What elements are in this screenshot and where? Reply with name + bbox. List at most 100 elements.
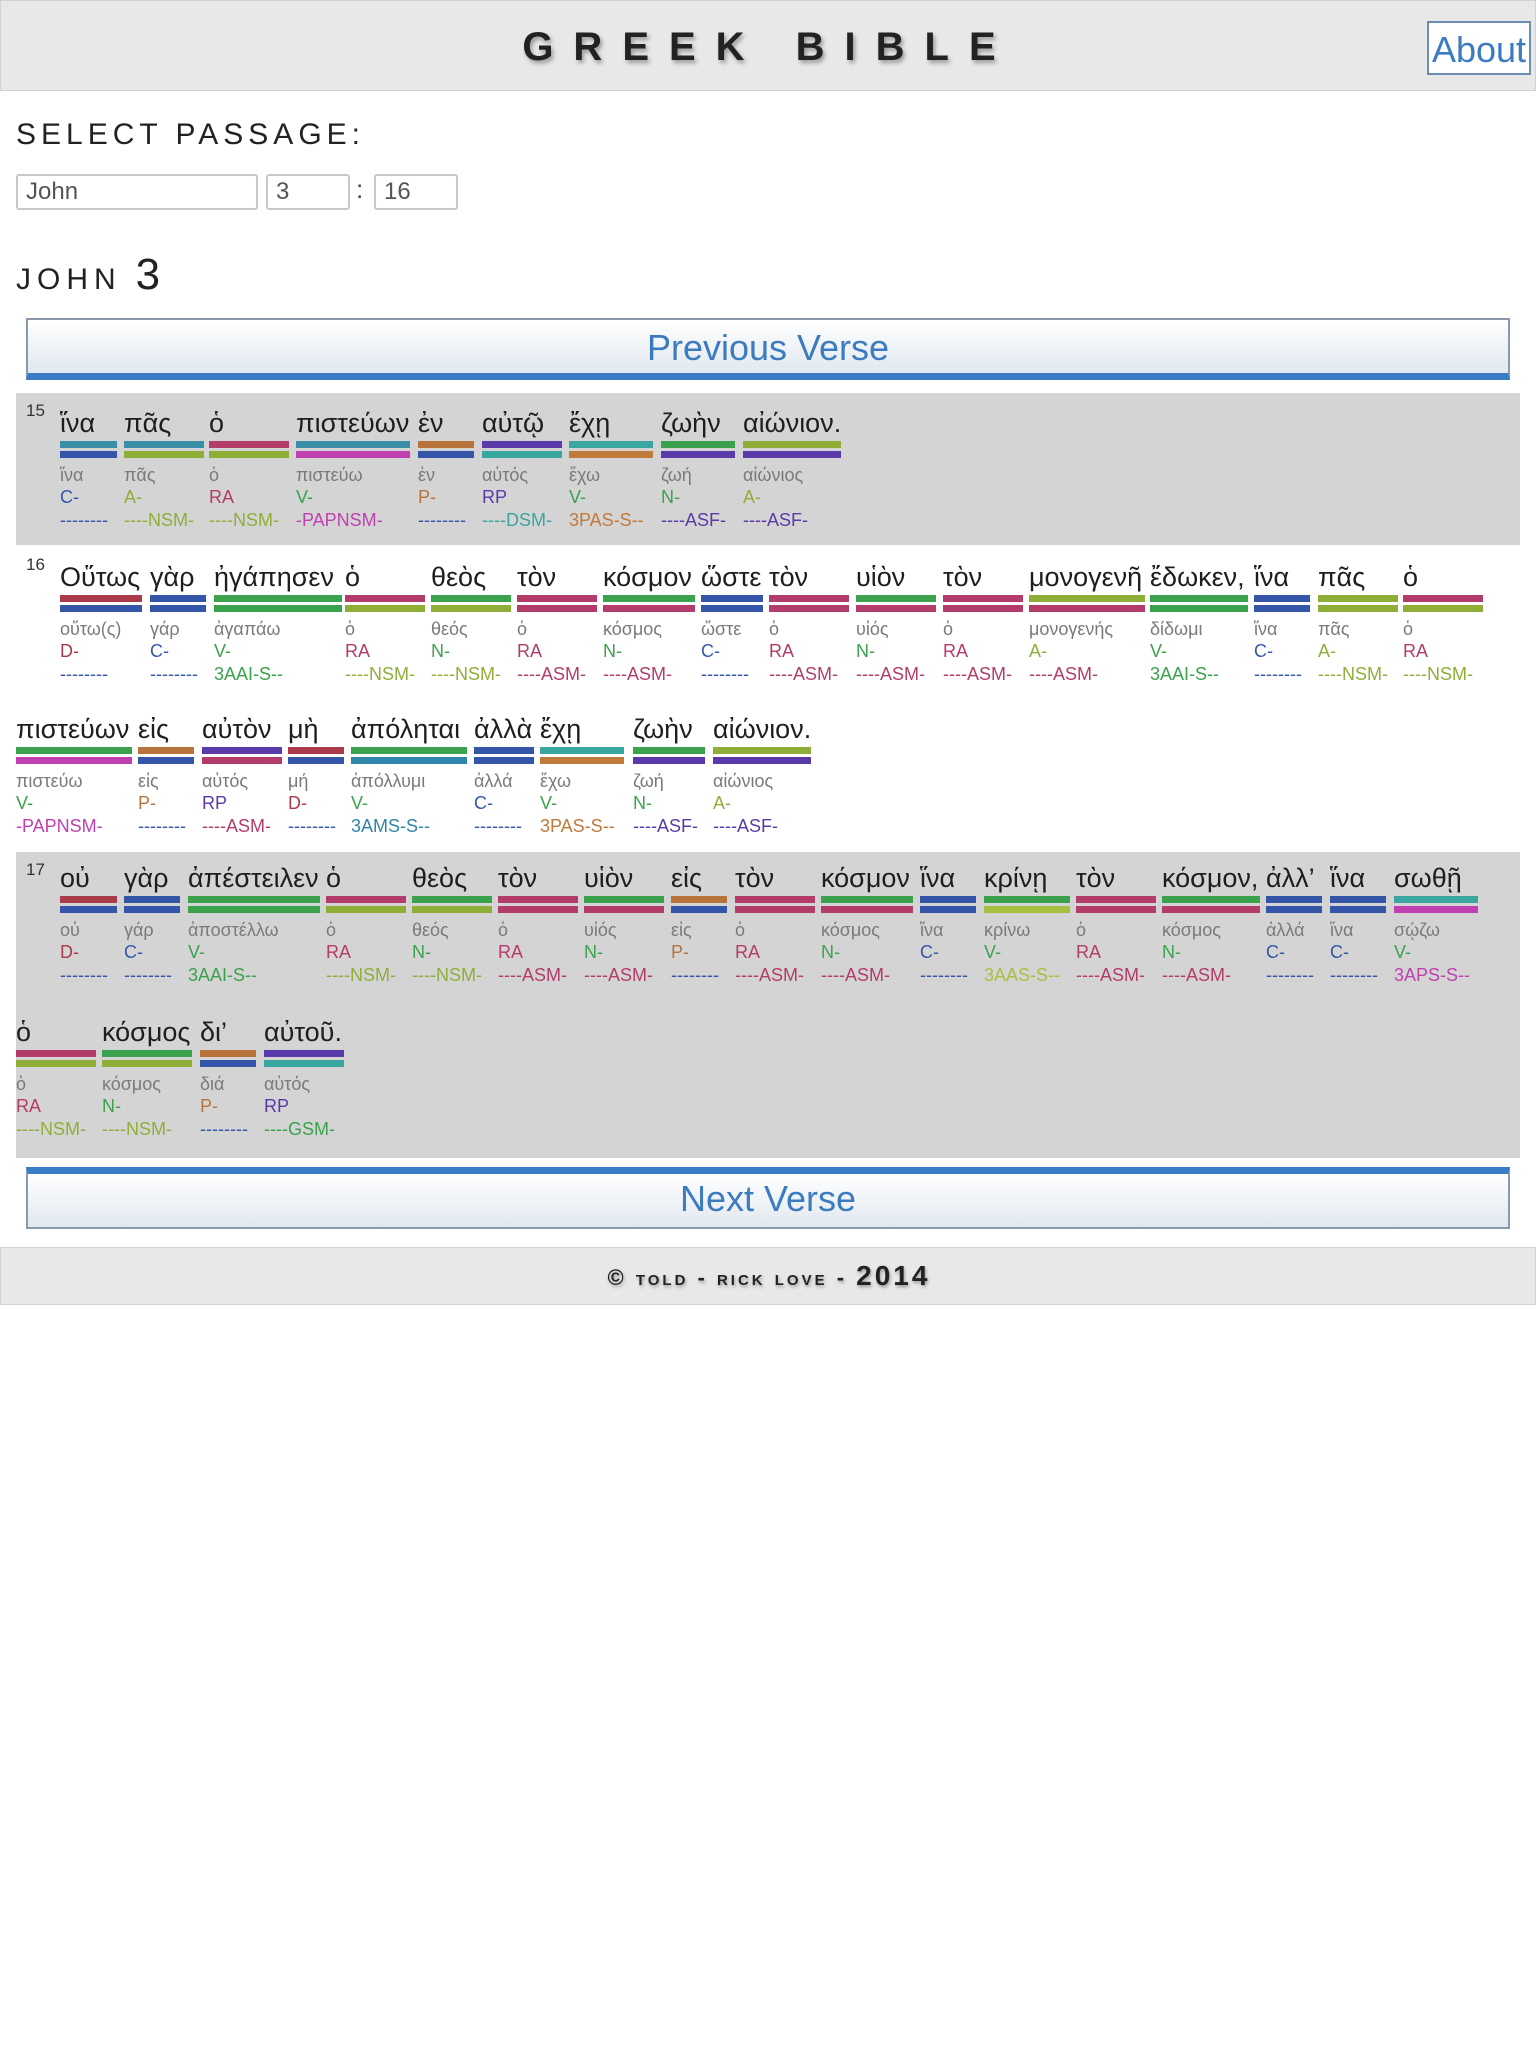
greek-word: ἵνα [1254, 562, 1290, 592]
word-token[interactable]: θεὸς θεός N- ----NSM- [412, 862, 492, 987]
word-token[interactable]: μὴ μή D- -------- [288, 713, 344, 838]
word-token[interactable]: κόσμον, κόσμος N- ----ASM- [1162, 862, 1260, 987]
word-token[interactable]: ἵνα ἵνα C- -------- [60, 407, 117, 532]
word-token[interactable]: ἐν ἐν P- -------- [418, 407, 474, 532]
word-token[interactable]: αὐτῷ αὐτός RP ----DSM- [482, 407, 562, 532]
word-token[interactable]: πᾶς πᾶς A- ----NSM- [1318, 561, 1398, 686]
parsing-code: -------- [920, 965, 968, 985]
lemma: ὁ [943, 619, 954, 639]
parsing-code: ----ASM- [1076, 965, 1145, 985]
word-token[interactable]: δι’ διά P- -------- [200, 1016, 256, 1141]
word-token[interactable]: ὁ ὁ RA ----NSM- [16, 1016, 96, 1141]
word-token[interactable]: ἔδωκεν, δίδωμι V- 3AAI-S-- [1150, 561, 1248, 686]
lemma: ὁ [345, 619, 356, 639]
morph-bar-top [603, 595, 695, 602]
word-token[interactable]: τὸν ὁ RA ----ASM- [769, 561, 849, 686]
word-token[interactable]: τὸν ὁ RA ----ASM- [943, 561, 1023, 686]
morph-bar-bottom [633, 757, 705, 764]
morph-bar-top [124, 896, 180, 903]
verse-number: 15 [26, 401, 45, 420]
word-token[interactable]: ὁ ὁ RA ----NSM- [326, 862, 406, 987]
part-of-speech: N- [1162, 942, 1181, 962]
word-token[interactable]: ἵνα ἵνα C- -------- [1254, 561, 1310, 686]
word-token[interactable]: αὐτὸν αὐτός RP ----ASM- [202, 713, 282, 838]
morph-bar-top [1254, 595, 1310, 602]
word-token[interactable]: αὐτοῦ. αὐτός RP ----GSM- [264, 1016, 344, 1141]
about-button[interactable]: About [1427, 21, 1531, 75]
word-token[interactable]: υἱὸν υἱός N- ----ASM- [584, 862, 664, 987]
word-token[interactable]: ἀπέστειλεν ἀποστέλλω V- 3AAI-S-- [188, 862, 320, 987]
word-token[interactable]: ζωὴν ζωή N- ----ASF- [633, 713, 705, 838]
part-of-speech: V- [188, 942, 206, 962]
word-token[interactable]: ἵνα ἵνα C- -------- [1330, 862, 1386, 987]
parsing-code: ----ASM- [517, 664, 586, 684]
word-token[interactable]: τὸν ὁ RA ----ASM- [735, 862, 815, 987]
parsing-code: ----NSM- [412, 965, 482, 985]
word-token[interactable]: γὰρ γάρ C- -------- [150, 561, 206, 686]
next-verse-button[interactable]: Next Verse [26, 1167, 1510, 1229]
lemma: διά [200, 1074, 225, 1094]
lemma: οὐ [60, 920, 80, 940]
greek-word: κόσμον, [1162, 863, 1259, 893]
word-token[interactable]: ἀλλὰ ἀλλά C- -------- [474, 713, 534, 838]
word-token[interactable]: ἀπόληται ἀπόλλυμι V- 3AMS-S-- [351, 713, 467, 838]
word-token[interactable]: ἀλλ’ ἀλλά C- -------- [1266, 862, 1322, 987]
morph-bar-bottom [671, 906, 727, 913]
word-token[interactable]: κόσμον κόσμος N- ----ASM- [603, 561, 695, 686]
word-token[interactable]: εἰς εἰς P- -------- [671, 862, 727, 987]
word-token[interactable]: ὁ ὁ RA ----NSM- [345, 561, 425, 686]
morph-bar-bottom [345, 605, 425, 612]
word-token[interactable]: τὸν ὁ RA ----ASM- [1076, 862, 1156, 987]
chapter-input[interactable] [266, 174, 350, 210]
morph-bar-bottom [584, 906, 664, 913]
book-input[interactable] [16, 174, 258, 210]
word-token[interactable]: γὰρ γάρ C- -------- [124, 862, 180, 987]
morph-bar-top [102, 1050, 192, 1057]
lemma: ἀπόλλυμι [351, 771, 426, 791]
word-token[interactable]: ὁ ὁ RA ----NSM- [209, 407, 289, 532]
word-token[interactable]: κρίνῃ κρίνω V- 3AAS-S-- [984, 862, 1070, 987]
word-token[interactable]: τὸν ὁ RA ----ASM- [517, 561, 597, 686]
chapter-heading-number: 3 [135, 250, 161, 299]
word-token[interactable]: αἰώνιον. αἰώνιος A- ----ASF- [743, 407, 841, 532]
greek-word: ζωὴν [633, 714, 693, 744]
greek-word: ἔχῃ [540, 714, 582, 744]
verse-input[interactable] [374, 174, 458, 210]
morph-bar-bottom [288, 757, 344, 764]
word-token[interactable]: πᾶς πᾶς A- ----NSM- [124, 407, 204, 532]
word-token[interactable]: υἱὸν υἱός N- ----ASM- [856, 561, 936, 686]
word-token[interactable]: ἔχῃ ἔχω V- 3PAS-S-- [540, 713, 624, 838]
word-token[interactable]: πιστεύων πιστεύω V- -PAPNSM- [296, 407, 410, 532]
part-of-speech: D- [60, 641, 79, 661]
parsing-code: ----ASM- [1029, 664, 1098, 684]
verse-number: 17 [26, 860, 45, 879]
word-token[interactable]: ὁ ὁ RA ----NSM- [1403, 561, 1483, 686]
word-token[interactable]: ἵνα ἵνα C- -------- [920, 862, 976, 987]
lemma: πᾶς [124, 465, 156, 485]
word-token[interactable]: ἔχῃ ἔχω V- 3PAS-S-- [569, 407, 653, 532]
word-token[interactable]: κόσμος κόσμος N- ----NSM- [102, 1016, 192, 1141]
word-token[interactable]: πιστεύων πιστεύω V- -PAPNSM- [16, 713, 132, 838]
word-token[interactable]: Οὕτως οὕτω(ς) D- -------- [60, 561, 142, 686]
previous-verse-button[interactable]: Previous Verse [26, 318, 1510, 380]
word-token[interactable]: κόσμον κόσμος N- ----ASM- [821, 862, 913, 987]
word-token[interactable]: οὐ οὐ D- -------- [60, 862, 117, 987]
morph-bar-bottom [920, 906, 976, 913]
morph-bar-bottom [214, 605, 342, 612]
word-token[interactable]: ζωὴν ζωή N- ----ASF- [661, 407, 735, 532]
word-token[interactable]: εἰς εἰς P- -------- [138, 713, 194, 838]
word-token[interactable]: αἰώνιον. αἰώνιος A- ----ASF- [713, 713, 811, 838]
lemma: ὥστε [701, 619, 742, 639]
word-token[interactable]: ὥστε ὥστε C- -------- [701, 561, 763, 686]
morph-bar-bottom [60, 451, 117, 458]
morph-bar-top [60, 441, 117, 448]
word-token[interactable]: θεὸς θεός N- ----NSM- [431, 561, 511, 686]
word-token[interactable]: σωθῇ σῴζω V- 3APS-S-- [1394, 862, 1478, 987]
footer-text: © told - rick love - 2014 [1, 1260, 1536, 1292]
word-token[interactable]: μονογενῆ μονογενής A- ----ASM- [1029, 561, 1145, 686]
word-token[interactable]: ἠγάπησεν ἀγαπάω V- 3AAI-S-- [214, 561, 342, 686]
parsing-code: -------- [701, 664, 749, 684]
morph-bar-top [188, 896, 320, 903]
lemma: ἔχω [569, 465, 601, 485]
word-token[interactable]: τὸν ὁ RA ----ASM- [498, 862, 578, 987]
